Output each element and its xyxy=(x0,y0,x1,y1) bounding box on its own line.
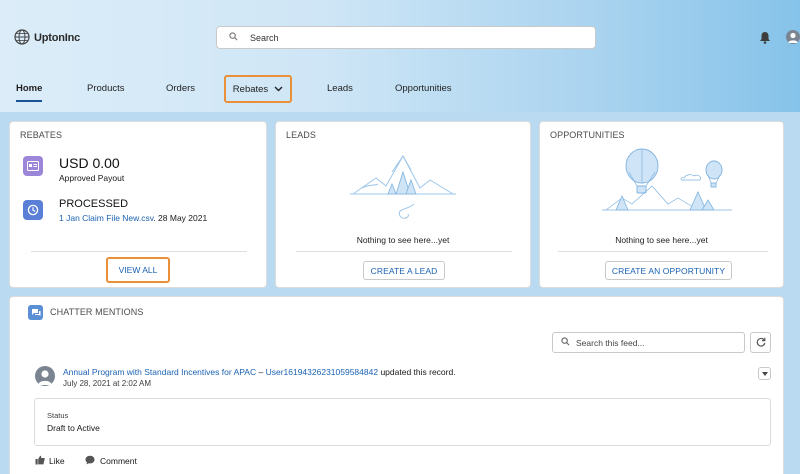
brand-logo[interactable]: UptonInc xyxy=(14,29,80,47)
chatter-title: CHATTER MENTIONS xyxy=(50,307,144,317)
payout-icon xyxy=(23,156,43,176)
post-author-avatar[interactable] xyxy=(35,366,55,386)
post-menu-button[interactable] xyxy=(758,367,771,380)
chevron-down-icon xyxy=(761,371,768,376)
thumbs-up-icon xyxy=(35,455,45,467)
history-icon xyxy=(23,200,43,220)
feed-search[interactable] xyxy=(552,332,745,353)
user-link[interactable]: User16194326231059584842 xyxy=(266,367,379,377)
field-label: Status xyxy=(47,411,69,420)
leads-card-title: LEADS xyxy=(286,130,317,140)
search-icon xyxy=(561,337,570,348)
opportunities-empty-text: Nothing to see here...yet xyxy=(615,235,708,245)
claim-file-link[interactable]: 1 Jan Claim File New.csv xyxy=(59,213,153,223)
global-search[interactable] xyxy=(216,26,596,49)
record-link[interactable]: Annual Program with Standard Incentives … xyxy=(63,367,256,377)
post-timestamp[interactable]: July 28, 2021 at 2:02 AM xyxy=(63,379,151,388)
field-change-box: Status Draft to Active xyxy=(34,398,771,446)
nav-leads[interactable]: Leads xyxy=(327,74,353,102)
feed-search-input[interactable] xyxy=(576,337,736,348)
card-divider xyxy=(558,251,768,252)
search-input[interactable] xyxy=(250,32,550,43)
comment-icon xyxy=(85,455,95,467)
nav-rebates[interactable]: Rebates xyxy=(224,75,292,103)
post-separator: – xyxy=(258,367,264,377)
create-lead-button[interactable]: CREATE A LEAD xyxy=(363,261,445,280)
nav-rebates-label: Rebates xyxy=(232,83,269,95)
like-label: Like xyxy=(49,456,65,466)
refresh-icon xyxy=(756,337,766,349)
leads-empty-text: Nothing to see here...yet xyxy=(356,235,450,245)
header-bar: UptonInc Home Products Orders Leads Oppo… xyxy=(0,0,800,112)
comment-button[interactable]: Comment xyxy=(85,455,137,467)
post-action: updated this record. xyxy=(380,367,456,377)
field-value: Draft to Active xyxy=(47,423,100,433)
opportunities-card-title: OPPORTUNITIES xyxy=(550,130,625,140)
card-divider xyxy=(296,251,512,252)
chevron-down-icon xyxy=(274,84,283,95)
search-icon xyxy=(229,32,238,43)
refresh-feed-button[interactable] xyxy=(750,332,771,353)
rebates-card-title: REBATES xyxy=(20,130,63,140)
view-all-button[interactable]: VIEW ALL xyxy=(106,257,170,283)
nav-orders[interactable]: Orders xyxy=(166,74,195,102)
like-button[interactable]: Like xyxy=(35,455,65,467)
chatter-icon xyxy=(28,305,43,320)
leads-card: LEADS Nothing to see here...yet CREATE A… xyxy=(275,121,531,288)
main-nav: Home Products Orders Leads Opportunities xyxy=(0,74,800,104)
claim-date: . 28 May 2021 xyxy=(153,213,208,223)
claim-file-line: 1 Jan Claim File New.csv. 28 May 2021 xyxy=(59,213,207,223)
nav-products[interactable]: Products xyxy=(87,74,125,102)
claim-status: PROCESSED xyxy=(59,198,129,210)
comment-label: Comment xyxy=(100,456,137,466)
nav-opportunities[interactable]: Opportunities xyxy=(395,74,452,102)
bell-icon[interactable] xyxy=(759,31,771,46)
post-header: Annual Program with Standard Incentives … xyxy=(63,367,456,377)
create-opportunity-button[interactable]: CREATE AN OPPORTUNITY xyxy=(605,261,732,280)
nav-home[interactable]: Home xyxy=(16,74,43,102)
brand-name: UptonInc xyxy=(34,32,81,44)
payout-label: Approved Payout xyxy=(59,173,125,183)
payout-amount: USD 0.00 xyxy=(59,155,120,171)
globe-icon xyxy=(14,29,30,47)
mountains-illustration xyxy=(348,148,458,222)
balloons-illustration xyxy=(602,148,732,222)
user-avatar-icon[interactable] xyxy=(786,30,800,44)
card-divider xyxy=(31,251,247,252)
opportunities-card: OPPORTUNITIES Nothing to see here...yet … xyxy=(539,121,784,288)
